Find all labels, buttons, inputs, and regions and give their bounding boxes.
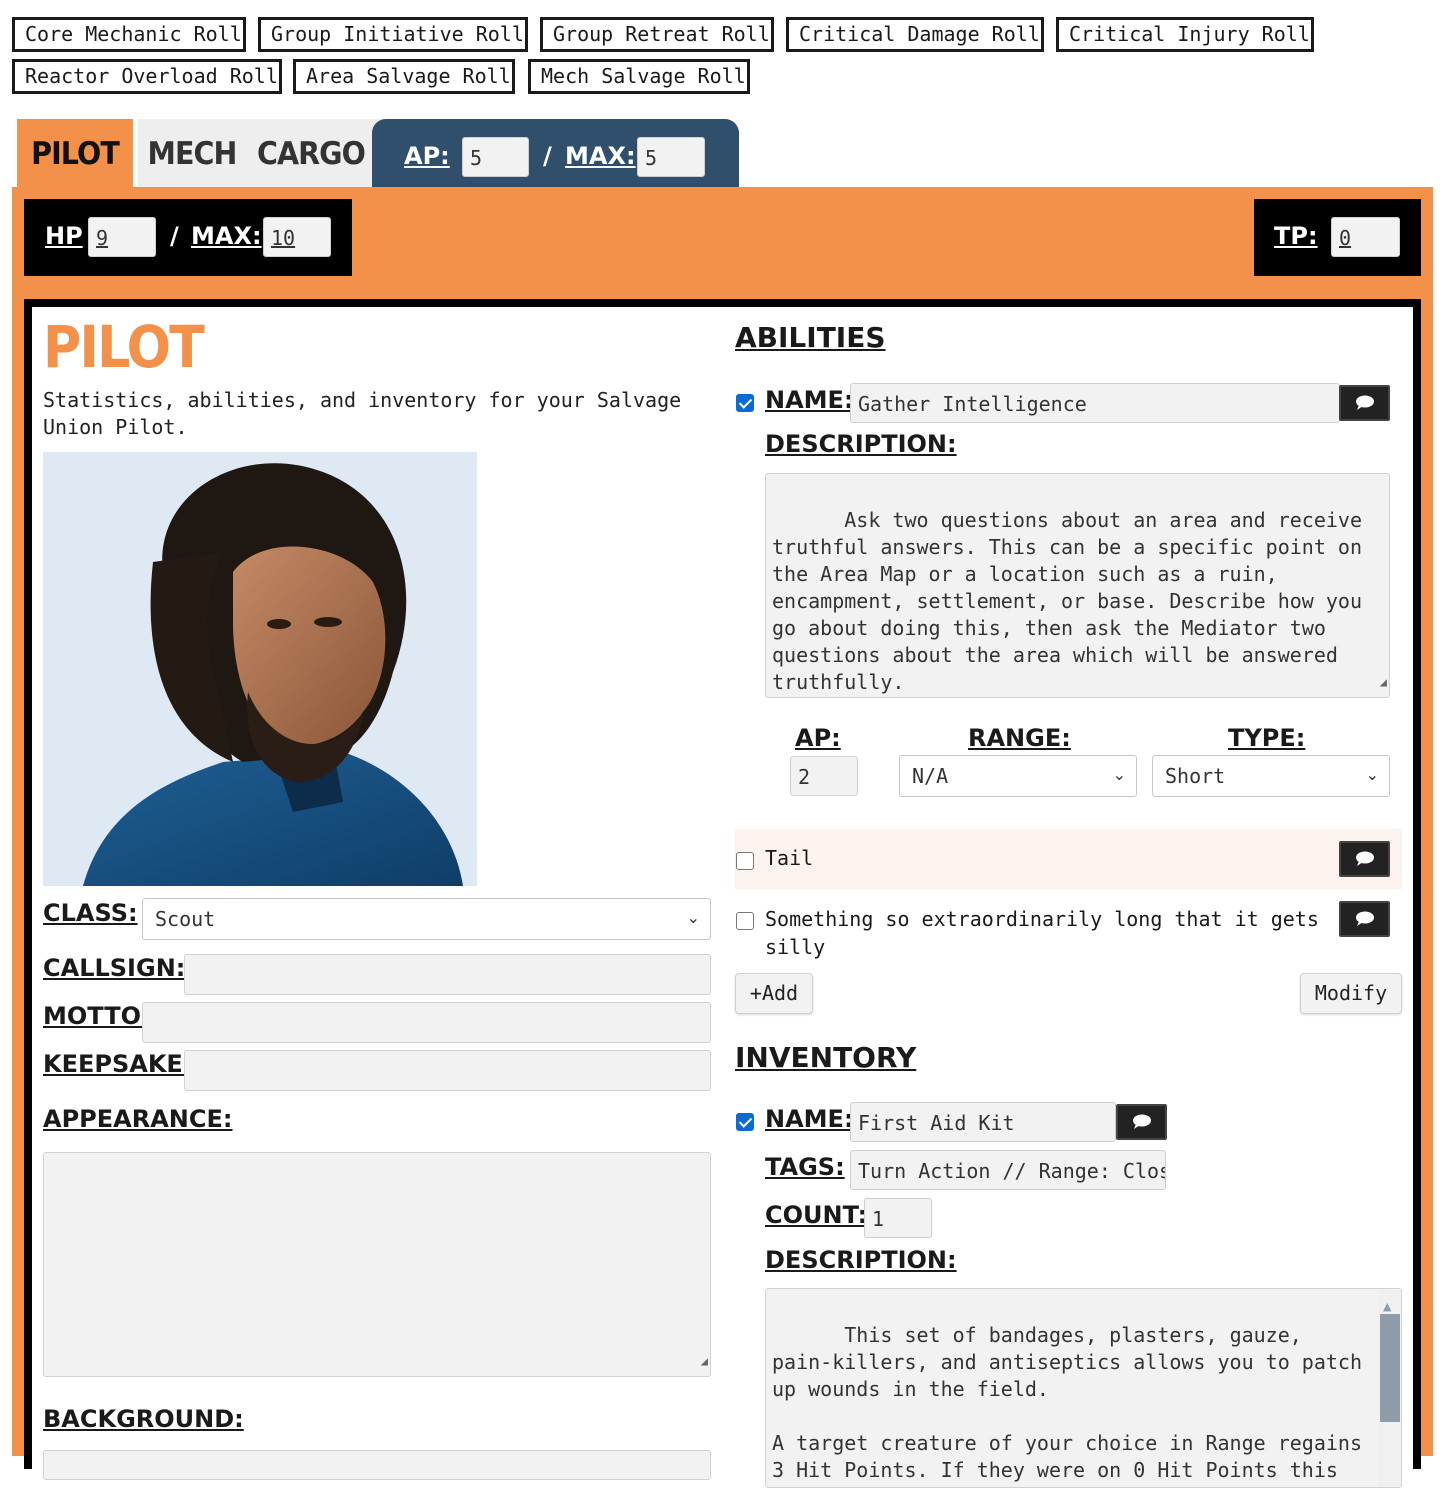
keepsake-input[interactable] — [184, 1050, 711, 1091]
scroll-thumb[interactable] — [1380, 1314, 1400, 1422]
ap-input[interactable]: 5 — [462, 137, 529, 177]
hp-panel: HP 9 / MAX: 10 — [24, 199, 352, 276]
ability-item-note-button[interactable] — [1339, 841, 1390, 877]
ability-ap-label[interactable]: AP: — [795, 724, 841, 752]
tp-input[interactable]: 0 — [1331, 217, 1400, 257]
ability-range-select[interactable]: N/A ⌄ — [899, 755, 1137, 797]
motto-label[interactable]: MOTTO: — [43, 1002, 151, 1030]
callsign-label[interactable]: CALLSIGN: — [43, 954, 185, 982]
inventory-name-label[interactable]: NAME: — [765, 1105, 854, 1133]
chevron-down-icon: ⌄ — [1365, 765, 1379, 784]
ap-label[interactable]: AP: — [404, 142, 450, 170]
appearance-label[interactable]: APPEARANCE: — [43, 1105, 232, 1133]
ability-description-label[interactable]: DESCRIPTION: — [765, 430, 957, 458]
class-select[interactable]: Scout ⌄ — [142, 898, 711, 940]
page-description: Statistics, abilities, and inventory for… — [43, 388, 682, 439]
class-label[interactable]: CLASS: — [43, 899, 138, 927]
resize-handle-icon[interactable]: ◢ — [701, 1348, 708, 1375]
abilities-title: ABILITIES — [735, 321, 886, 354]
motto-input[interactable] — [142, 1002, 711, 1043]
pilot-portrait[interactable] — [43, 452, 477, 886]
tp-label[interactable]: TP: — [1274, 222, 1318, 250]
resize-handle-icon[interactable]: ◢ — [1380, 669, 1387, 696]
hp-max-label[interactable]: MAX: — [191, 222, 262, 250]
ability-range-value: N/A — [912, 764, 949, 788]
ability-item-label: Something so extraordinarily long that i… — [765, 907, 1319, 959]
ability-range-label[interactable]: RANGE: — [968, 724, 1071, 752]
page-title: PILOT — [43, 313, 205, 381]
critical-injury-roll-button[interactable]: Critical Injury Roll — [1056, 17, 1314, 52]
class-value: Scout — [155, 907, 216, 931]
inventory-note-button[interactable] — [1116, 1104, 1167, 1140]
inventory-name-input[interactable]: First Aid Kit — [850, 1102, 1116, 1142]
tab-mech[interactable]: MECH — [146, 119, 238, 187]
hp-input[interactable]: 9 — [88, 217, 156, 257]
chevron-down-icon: ⌄ — [1112, 765, 1126, 784]
callsign-input[interactable] — [184, 954, 711, 995]
ability-ap-input[interactable]: 2 — [790, 756, 858, 796]
ability-note-button[interactable] — [1339, 385, 1390, 421]
chevron-down-icon: ⌄ — [686, 908, 700, 927]
reactor-overload-roll-button[interactable]: Reactor Overload Roll — [12, 59, 282, 94]
hp-slash: / — [170, 222, 179, 250]
ap-max-label[interactable]: MAX: — [565, 142, 636, 170]
ability-item-note-button[interactable] — [1339, 901, 1390, 937]
inventory-tags-label[interactable]: TAGS: — [765, 1153, 845, 1181]
pilot-sheet: PILOT Statistics, abilities, and invento… — [24, 299, 1421, 1488]
chat-icon — [1356, 851, 1374, 866]
ability-list-item[interactable]: Something so extraordinarily long that i… — [735, 899, 1402, 959]
background-textarea[interactable] — [43, 1450, 711, 1480]
inventory-title: INVENTORY — [735, 1041, 917, 1074]
scrollbar[interactable]: ▲ — [1378, 1290, 1400, 1487]
ap-slash: / — [543, 142, 552, 170]
inventory-checkbox[interactable] — [736, 1113, 754, 1131]
inventory-description-text: This set of bandages, plasters, gauze, p… — [772, 1323, 1363, 1482]
critical-damage-roll-button[interactable]: Critical Damage Roll — [786, 17, 1044, 52]
ability-type-label[interactable]: TYPE: — [1228, 724, 1305, 752]
appearance-textarea[interactable]: ◢ — [43, 1152, 711, 1377]
group-retreat-roll-button[interactable]: Group Retreat Roll — [540, 17, 774, 52]
tab-bar: PILOT MECH CARGO AP: 5 / MAX: 5 — [12, 119, 739, 187]
ability-description-text: Ask two questions about an area and rece… — [772, 508, 1375, 694]
hp-max-input[interactable]: 10 — [263, 217, 331, 257]
inventory-description-label[interactable]: DESCRIPTION: — [765, 1246, 957, 1274]
pilot-panel: HP 9 / MAX: 10 TP: 0 PILOT Statistics, a… — [12, 187, 1433, 1488]
background-label[interactable]: BACKGROUND: — [43, 1405, 244, 1433]
ability-checkbox[interactable] — [736, 394, 754, 412]
group-initiative-roll-button[interactable]: Group Initiative Roll — [258, 17, 528, 52]
modify-abilities-button[interactable]: Modify — [1300, 973, 1402, 1014]
ability-item-checkbox[interactable] — [736, 912, 754, 930]
ability-item-checkbox[interactable] — [736, 852, 754, 870]
ap-max-input[interactable]: 5 — [637, 137, 705, 177]
portrait-image — [43, 452, 477, 886]
inventory-description-textarea[interactable]: This set of bandages, plasters, gauze, p… — [765, 1288, 1402, 1488]
ability-list-item[interactable]: Tail — [735, 829, 1402, 889]
hp-label[interactable]: HP — [45, 222, 83, 250]
tab-cargo[interactable]: CARGO — [254, 119, 368, 187]
keepsake-label[interactable]: KEEPSAKE: — [43, 1050, 192, 1078]
ability-description-textarea[interactable]: Ask two questions about an area and rece… — [765, 473, 1390, 698]
inventory-count-input[interactable]: 1 — [864, 1198, 932, 1238]
ability-type-select[interactable]: Short ⌄ — [1152, 755, 1390, 797]
chat-icon — [1356, 911, 1374, 926]
ability-type-value: Short — [1165, 764, 1226, 788]
ability-item-label: Tail — [765, 846, 814, 870]
tab-pilot[interactable]: PILOT — [17, 119, 133, 187]
chat-icon — [1133, 1114, 1151, 1129]
ability-name-input[interactable]: Gather Intelligence — [850, 383, 1340, 423]
core-mechanic-roll-button[interactable]: Core Mechanic Roll — [12, 17, 246, 52]
inventory-tags-input[interactable]: Turn Action // Range: Clos — [850, 1150, 1166, 1190]
ability-name-label[interactable]: NAME: — [765, 386, 854, 414]
tp-panel: TP: 0 — [1254, 199, 1421, 276]
ap-panel: AP: 5 / MAX: 5 — [372, 119, 739, 187]
chat-icon — [1356, 395, 1374, 410]
inventory-count-label[interactable]: COUNT: — [765, 1201, 867, 1229]
mech-salvage-roll-button[interactable]: Mech Salvage Roll — [528, 59, 750, 94]
area-salvage-roll-button[interactable]: Area Salvage Roll — [293, 59, 515, 94]
add-ability-button[interactable]: +Add — [735, 973, 813, 1014]
